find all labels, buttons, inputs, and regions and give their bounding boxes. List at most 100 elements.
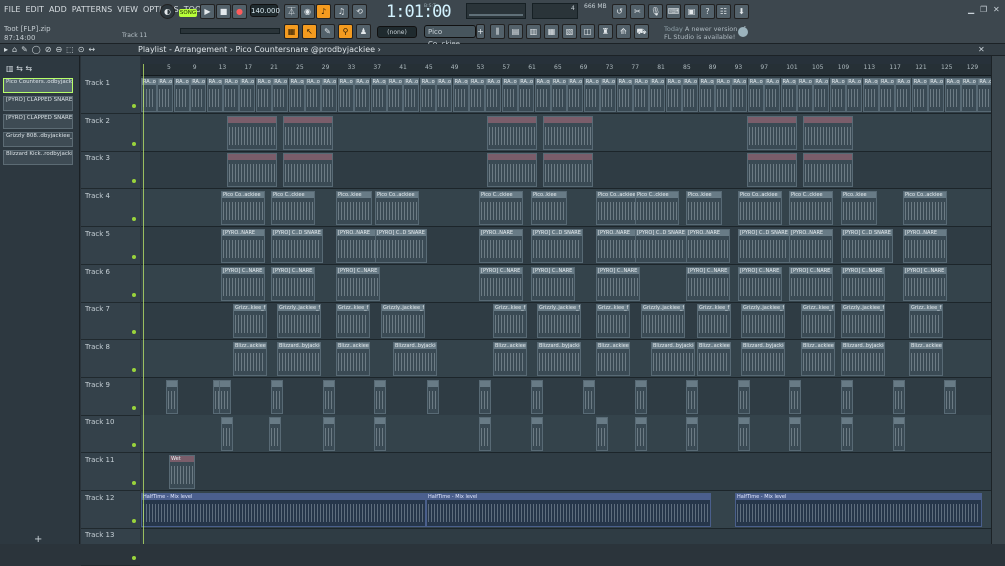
playlist-clip[interactable] (531, 417, 543, 452)
track-header[interactable]: Track 3 (81, 151, 140, 190)
song-mode-badge[interactable]: SONG (179, 9, 197, 17)
playlist-clip[interactable]: RA..op (764, 78, 781, 112)
playlist-clip[interactable]: Grizz..kiee_f (233, 304, 267, 339)
playlist-clip[interactable]: [PYRO] C..NARE #2 (336, 266, 380, 301)
playlist-clip[interactable]: RA..op (387, 78, 403, 112)
track-lane[interactable] (141, 378, 991, 416)
track-mute-led[interactable] (132, 141, 136, 146)
playlist-clip[interactable]: RA..op (157, 78, 174, 112)
pattern-item[interactable]: [PYRO] CLAPPED SNARE (3, 96, 73, 111)
typing-keyboard-icon[interactable]: ⌨ (666, 4, 681, 19)
playlist-clip[interactable]: Blizzard..byjackiee (741, 341, 785, 376)
chat-icon[interactable]: ☷ (716, 4, 731, 19)
playlist-clip[interactable]: RA..op (501, 78, 518, 112)
playlist-clip[interactable]: RA..op (469, 78, 485, 112)
playlist-clip[interactable]: RA..op (895, 78, 912, 112)
playlist-clip[interactable]: [PYRO..NARE (479, 228, 523, 263)
playlist-clip[interactable] (283, 153, 333, 188)
playlist-clip[interactable]: RA..op (173, 78, 190, 112)
playlist-clip[interactable]: [PYRO..NARE (789, 228, 833, 263)
playlist-close-icon[interactable]: ✕ (978, 45, 985, 54)
playlist-clip[interactable] (635, 417, 647, 452)
playlist-clip[interactable]: RA..op (829, 78, 846, 112)
track-mute-led[interactable] (132, 518, 136, 523)
playlist-clip[interactable]: Blizz..ackiee (596, 341, 630, 376)
playlist-clip[interactable] (686, 379, 698, 414)
menu-patterns[interactable]: PATTERNS (72, 5, 112, 16)
playlist-clip[interactable]: Pico Co..ackiee (221, 191, 265, 226)
track-mute-led[interactable] (132, 292, 136, 297)
plugin-picker-icon[interactable]: ◫ (580, 24, 595, 39)
paint-icon[interactable]: ♟ (356, 24, 371, 39)
playlist-clip[interactable]: Pico..kiee (841, 191, 877, 226)
cut-icon[interactable]: ✂ (630, 4, 645, 19)
update-icon[interactable] (738, 27, 748, 37)
playlist-tools-icon[interactable]: ▸⌂✎◯⊘⊖⬚⊙↔ (4, 45, 99, 54)
playlist-clip[interactable]: RA..op (879, 78, 895, 112)
menu-view[interactable]: VIEW (117, 5, 138, 16)
playlist-clip[interactable] (374, 417, 386, 452)
playlist-clip[interactable] (219, 379, 231, 414)
playlist-clip[interactable]: RA..op (354, 78, 371, 112)
playlist-clip[interactable] (323, 417, 335, 452)
playlist-clip[interactable]: Grizzly..jackiee_f (841, 304, 885, 339)
countdown-icon[interactable]: ♪ (316, 4, 331, 19)
playlist-clip[interactable] (487, 153, 537, 188)
playlist-clip[interactable]: RA..op (600, 78, 617, 112)
pattern-item[interactable]: Grizzly 808..dbyjackiee_f (3, 132, 73, 147)
track-mute-led[interactable] (132, 254, 136, 259)
playlist-clip[interactable]: [PYRO] C..D SNARE (841, 228, 893, 263)
playlist-clip[interactable]: Blizzard..byjackiee (841, 341, 885, 376)
metronome-icon[interactable]: ⏄ (284, 4, 299, 19)
playlist-clip[interactable]: Pico..kiee (531, 191, 567, 226)
track-lane[interactable] (141, 453, 991, 491)
playlist-clip[interactable]: Pico Co..ackiee (596, 191, 640, 226)
menu-file[interactable]: FILE (4, 5, 20, 16)
playlist-clip[interactable]: [PYRO..NARE (686, 228, 730, 263)
play-button[interactable]: ▶ (200, 4, 215, 19)
track-lane[interactable] (141, 528, 991, 544)
snap-icon[interactable]: ▦ (284, 24, 299, 39)
playlist-clip[interactable]: RA..op (715, 78, 731, 112)
history-icon[interactable]: ↺ (612, 4, 627, 19)
track-header[interactable]: Track 8 (81, 340, 140, 378)
restore-icon[interactable]: ❐ (980, 5, 990, 15)
playlist-clip[interactable]: RA..op (665, 78, 682, 112)
store-icon[interactable]: ⛟ (634, 24, 649, 39)
playlist-clip[interactable]: RA..op (551, 78, 567, 112)
pat-song-toggle[interactable]: ◐ (160, 4, 175, 19)
playlist-clip[interactable]: [PYRO] C..NARE #2 (271, 266, 315, 301)
playlist-clip[interactable]: [PYRO] C..NARE #2 (479, 266, 523, 301)
playlist-clip[interactable]: Wet (169, 455, 195, 489)
browser-icon[interactable]: ▧ (562, 24, 577, 39)
arrangement-grid[interactable]: RA..opRA..opRA..opRA..opRA..opRA..opRA..… (141, 76, 991, 544)
playlist-clip[interactable]: Blizz..ackiee (336, 341, 370, 376)
playlist-clip[interactable]: [PYRO] C..D SNARE (738, 228, 790, 263)
playlist-clip[interactable] (283, 115, 333, 150)
playlist-clip[interactable]: RA..op (682, 78, 699, 112)
minimize-icon[interactable]: ▁ (968, 5, 978, 15)
track-header[interactable]: Track 5 (81, 227, 140, 265)
playlist-clip[interactable] (747, 153, 797, 188)
playlist-clip[interactable]: Blizz..ackiee (909, 341, 943, 376)
playlist-clip[interactable]: Grizzly..jackiee_f (381, 304, 425, 339)
playlist-clip[interactable]: RA..op (583, 78, 600, 112)
playlist-clip[interactable]: RA..op (633, 78, 649, 112)
playlist-clip[interactable] (166, 379, 178, 414)
playlist-clip[interactable]: Grizz..kiee_f (493, 304, 527, 339)
playlist-clip[interactable]: Pico C..ckiee (271, 191, 315, 226)
playlist-clip[interactable]: HalfTime - Mix level (426, 492, 711, 527)
news-panel[interactable]: Today A newer version of FL Studio is av… (664, 25, 746, 41)
playlist-clip[interactable]: RA..op (797, 78, 813, 112)
track-mute-led[interactable] (132, 367, 136, 372)
pattern-item[interactable]: Pico Counters..odbyjackiee (3, 78, 73, 93)
download-icon[interactable]: ⬇ (734, 4, 749, 19)
pattern-item[interactable]: [PYRO] CLAPPED SNARE #2 (3, 114, 73, 129)
playlist-clip[interactable]: RA..op (649, 78, 666, 112)
track-mute-led[interactable] (132, 405, 136, 410)
playlist-clip[interactable] (427, 379, 439, 414)
playlist-clip[interactable]: Blizz..ackiee (801, 341, 835, 376)
playlist-clip[interactable] (738, 417, 750, 452)
playlist-clip[interactable]: RA..op (698, 78, 715, 112)
playlist-clip[interactable]: RA..op (305, 78, 321, 112)
